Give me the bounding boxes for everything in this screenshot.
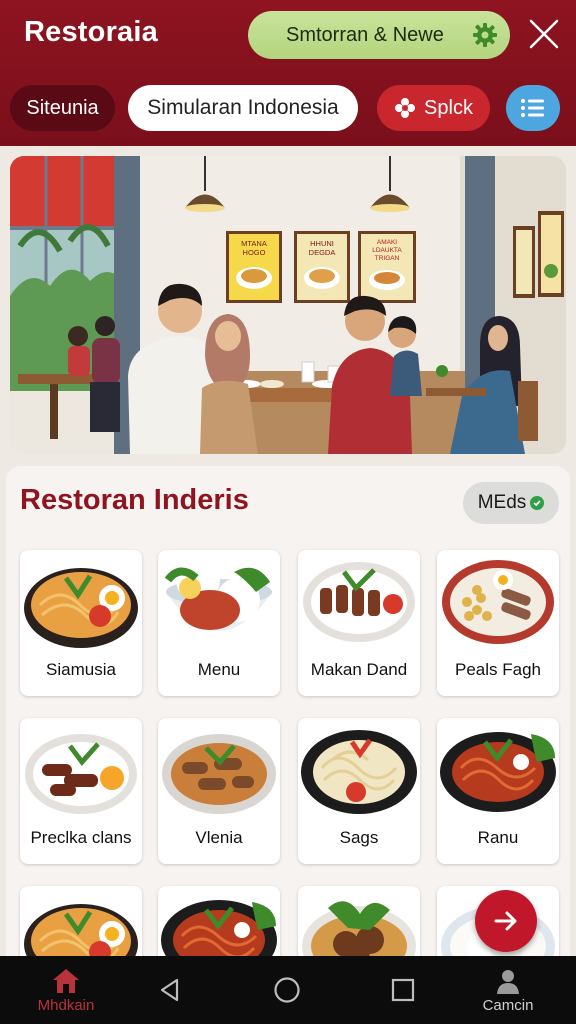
home-icon xyxy=(53,968,79,993)
menu-item-card[interactable] xyxy=(20,886,142,966)
menu-poster: HHUNI DEGDA xyxy=(294,231,350,303)
svg-text:DEGDA: DEGDA xyxy=(309,248,336,257)
restaurant-illustration: MTANA HOGO HHUNI DEGDA AMAKI LDAUKTA TRI… xyxy=(10,156,566,454)
dish-image xyxy=(161,900,277,966)
close-icon[interactable] xyxy=(528,18,560,50)
check-icon xyxy=(530,496,545,510)
dish-image xyxy=(24,904,138,966)
svg-text:HOGO: HOGO xyxy=(243,248,266,257)
menu-item-label: Peals Fagh xyxy=(455,660,541,679)
filter-button[interactable]: Splck xyxy=(377,85,490,131)
flower-icon xyxy=(395,98,416,118)
menu-item-label: Ranu xyxy=(477,828,519,847)
promo-button[interactable]: Smtorran & Newe xyxy=(248,11,510,59)
menu-item-card[interactable] xyxy=(298,886,420,966)
gear-icon xyxy=(473,23,497,47)
nav-account[interactable]: Camcin xyxy=(466,956,550,1024)
nav-home-label: Mhdkain xyxy=(37,996,95,1014)
svg-text:LDAUKTA: LDAUKTA xyxy=(372,247,402,254)
dish-image xyxy=(25,734,137,814)
nav-account-label: Camcin xyxy=(482,996,534,1014)
chip-category[interactable]: Siteunia xyxy=(10,85,115,131)
list-menu-button[interactable] xyxy=(506,85,560,131)
dish-image xyxy=(164,558,272,631)
menu-item-label: Siamusia xyxy=(46,660,116,679)
menu-item-card[interactable] xyxy=(158,886,280,966)
svg-text:AMAKI: AMAKI xyxy=(377,239,397,246)
menu-item-card[interactable]: Vlenia xyxy=(158,718,280,864)
menu-item-card[interactable]: Ranu xyxy=(437,718,559,864)
svg-text:MTANA: MTANA xyxy=(241,239,267,248)
nav-back[interactable] xyxy=(150,956,190,1024)
panel-title: Restoran Inderis xyxy=(20,484,249,516)
nav-home-circle[interactable] xyxy=(267,956,307,1024)
dish-image xyxy=(440,732,556,812)
svg-text:TRIGAN: TRIGAN xyxy=(375,255,400,262)
app-title: Restoraia xyxy=(24,16,158,48)
chip-location-label: Simularan Indonesia xyxy=(147,96,339,119)
menu-item-card[interactable]: Preclka clans xyxy=(20,718,142,864)
dish-image xyxy=(162,734,276,814)
dish-image xyxy=(301,730,417,814)
menu-item-card[interactable]: Menu xyxy=(158,550,280,696)
menu-item-label: Makan Dand xyxy=(310,660,408,679)
nav-home[interactable]: Mhdkain xyxy=(18,956,114,1024)
chip-category-label: Siteunia xyxy=(26,96,99,119)
menu-item-label: Menu xyxy=(197,660,241,679)
promo-label: Smtorran & Newe xyxy=(286,23,444,46)
svg-text:HHUNI: HHUNI xyxy=(310,239,334,248)
menu-item-card[interactable]: Makan Dand xyxy=(298,550,420,696)
arrow-right-icon xyxy=(494,911,517,931)
dish-image xyxy=(302,901,416,966)
chip-location[interactable]: Simularan Indonesia xyxy=(128,85,358,131)
restaurant-panel: Restoran Inderis MEds Siamusia Menu Makan … xyxy=(6,466,570,966)
dish-image xyxy=(442,560,554,644)
bottom-navigation: Mhdkain Camcin xyxy=(0,956,576,1024)
menu-item-label: Vlenia xyxy=(195,828,243,847)
back-triangle-icon xyxy=(160,978,179,1002)
menu-poster: AMAKI LDAUKTA TRIGAN xyxy=(358,231,416,303)
list-icon xyxy=(521,99,544,117)
nav-recents[interactable] xyxy=(383,956,423,1024)
meds-label: MEds xyxy=(477,492,527,513)
meds-button[interactable]: MEds xyxy=(463,482,559,524)
menu-item-label: Sags xyxy=(339,828,379,847)
dish-image xyxy=(24,568,138,648)
next-button[interactable] xyxy=(475,890,537,952)
menu-item-card[interactable]: Peals Fagh xyxy=(437,550,559,696)
menu-poster: MTANA HOGO xyxy=(226,231,282,303)
filter-label: Splck xyxy=(424,96,473,119)
menu-item-card[interactable]: Sags xyxy=(298,718,420,864)
home-circle-icon xyxy=(274,977,300,1003)
dish-image xyxy=(303,562,415,642)
menu-item-label: Preclka clans xyxy=(30,828,132,847)
recents-square-icon xyxy=(391,978,415,1002)
app-header: Restoraia Smtorran & Newe Siteunia Simul… xyxy=(0,0,576,146)
person-icon xyxy=(497,969,519,994)
menu-item-card[interactable]: Siamusia xyxy=(20,550,142,696)
